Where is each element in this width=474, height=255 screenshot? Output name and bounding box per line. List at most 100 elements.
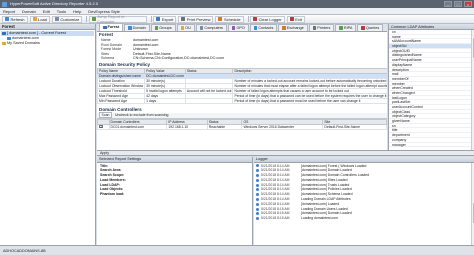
table-cell: DC=domaintest,DC=com (144, 72, 186, 79)
domain-icon (128, 26, 132, 30)
toolbar: Refresh Load Customize Jump Report to Compu… (0, 14, 474, 24)
table-row[interactable]: Min Password Age 1 days Period of time (in… (97, 97, 387, 104)
info-icon (256, 202, 259, 206)
ldap-attributes-panel: Common LDAP Attributes cn name sAMAccountN… (388, 24, 474, 150)
table-cell: 5 invalid logon attempts (144, 87, 186, 94)
log-time: 5/21/2018 8:15 AM (261, 216, 290, 221)
contacts-icon (253, 26, 258, 30)
minimize-button[interactable]: – (444, 1, 452, 7)
domain-policy-table: Policy Name Policy Value Status Description… (97, 67, 387, 104)
table-cell: Number of minutes that must elapse after… (232, 82, 387, 89)
toolbar-print-preview-button[interactable]: Print Preview (178, 15, 214, 23)
table-row[interactable]: Lockout Observation Window 30 minute(s) Nu… (97, 82, 387, 89)
window-title: HyperPowerSoft Active Directory Reporter… (10, 1, 99, 6)
toolbar-schedule-button[interactable]: Schedule (215, 15, 244, 23)
info-icon (256, 217, 259, 221)
exchange-icon (282, 26, 286, 30)
queries-icon (361, 26, 365, 30)
info-icon (256, 212, 259, 216)
ou-icon (180, 26, 185, 30)
info-icon (256, 207, 259, 211)
tab-forest[interactable]: Forest (99, 23, 124, 31)
forest-icon (103, 25, 107, 30)
status-bar: ADHOCADDOMAINS-8B (0, 245, 474, 255)
tab-queries[interactable]: Queries (357, 24, 384, 31)
toolbar-separator (86, 16, 87, 22)
tab-contacts[interactable]: Contacts (249, 24, 278, 31)
tab-ripa[interactable]: RIPA (335, 24, 357, 31)
info-icon (256, 188, 259, 192)
domain-controllers-table: Domain Controllers IP Address Status OS Site… (97, 118, 387, 130)
toolbar-export-button[interactable]: Export (153, 15, 177, 23)
gpo-icon (231, 26, 236, 30)
dc-exclude-hint: Uncheck to exclude from scanning (114, 113, 169, 118)
tab-gpo[interactable]: GPO (227, 24, 249, 31)
table-cell: Period of time (in days) that a password… (232, 97, 387, 104)
table-cell: Default-First-Site-Name (322, 123, 387, 130)
table-cell: Windows Server 2016 Datacenter (241, 123, 324, 130)
checkbox-checked-icon: ✓ (99, 124, 103, 129)
log-entry: 5/21/2018 8:15 AM Loading domaintest.com (254, 216, 474, 221)
refresh-icon (5, 17, 9, 21)
menu-help[interactable]: Help (73, 9, 81, 14)
menu-bar: Report Domain Edit Tools Help DevExpress Styl… (0, 8, 474, 15)
table-cell: Number of minutes a locked-out account r… (232, 77, 387, 84)
menu-edit[interactable]: Edit (43, 9, 50, 14)
tab-computers[interactable]: Computers (195, 24, 227, 31)
toolbar-clear-logger-button[interactable]: Clear Logger (250, 15, 285, 23)
table-cell: Account will not be locked out (184, 87, 234, 94)
apply-button[interactable]: Apply (100, 151, 109, 155)
menu-tools[interactable]: Tools (57, 9, 66, 14)
info-icon (256, 197, 259, 201)
export-icon (156, 17, 161, 21)
report-setting-row: Phantom load: (97, 192, 252, 197)
folder-icon (2, 41, 6, 46)
customize-icon (54, 17, 59, 21)
jump-report-to-computer-icon (91, 17, 96, 21)
table-row[interactable]: ✓ DC01.domaintest.com 192.168.1.10 Reachabl… (97, 123, 387, 130)
print-preview-icon (181, 17, 186, 21)
dc-scan-button[interactable]: Scan (99, 112, 112, 119)
title-bar: HyperPowerSoft Active Directory Reporter… (0, 0, 474, 8)
tab-domain[interactable]: Domain (124, 24, 150, 31)
info-icon (256, 193, 259, 197)
tree-item[interactable]: My Saved Domains (1, 41, 94, 46)
jump-search-input[interactable]: Jump Report to Computer... (88, 14, 147, 24)
menu-report[interactable]: Report (3, 9, 15, 14)
info-icon (256, 178, 259, 182)
forest-info-value: CN=Schema,CN=Configuration,DC=domaintest… (133, 56, 225, 61)
load-icon (32, 17, 37, 21)
forest-info-key: Schema (101, 56, 115, 61)
tab-strip: Forest Domain Groups OU Computers GPO Contacts… (97, 23, 387, 32)
table-cell (184, 97, 234, 104)
schedule-icon (218, 17, 223, 21)
printers-icon (312, 26, 317, 30)
table-cell: DC01.domaintest.com (108, 123, 168, 130)
tab-printers[interactable]: Printers (308, 24, 335, 31)
menu-domain[interactable]: Domain (22, 9, 36, 14)
toolbar-load-button[interactable]: Load (29, 15, 50, 23)
toolbar-customize-button[interactable]: Customize (51, 15, 83, 23)
tab-exchange[interactable]: Exchange (278, 24, 308, 31)
log-message: Loading domaintest.com (301, 216, 338, 221)
groups-icon (154, 26, 159, 30)
status-text: ADHOCADDOMAINS-8B (3, 249, 46, 253)
table-cell: Period of time (in days) that a password… (232, 92, 387, 99)
exit-icon (289, 17, 294, 21)
forest-tab-content: Forest Name domaintest.com Root Domain doma… (97, 32, 387, 150)
maximize-button[interactable]: □ (454, 1, 462, 7)
app-logo-icon (2, 1, 7, 7)
forest-icon (2, 31, 6, 36)
toolbar-exit-button[interactable]: Exit (286, 15, 305, 23)
tab-ou[interactable]: OU (176, 24, 195, 31)
table-cell: 192.168.1.10 (166, 123, 208, 130)
domain-icon (7, 36, 11, 41)
computers-icon (199, 26, 204, 30)
info-icon (256, 173, 259, 177)
close-button[interactable]: × (464, 1, 472, 7)
toolbar-refresh-button[interactable]: Refresh (2, 15, 28, 23)
ldap-attribute-item[interactable]: manager (389, 143, 471, 148)
dc-include-checkbox[interactable]: ✓ (97, 123, 110, 130)
menu-devexpress-style[interactable]: DevExpress Style (88, 9, 120, 14)
tab-groups[interactable]: Groups (150, 24, 176, 31)
